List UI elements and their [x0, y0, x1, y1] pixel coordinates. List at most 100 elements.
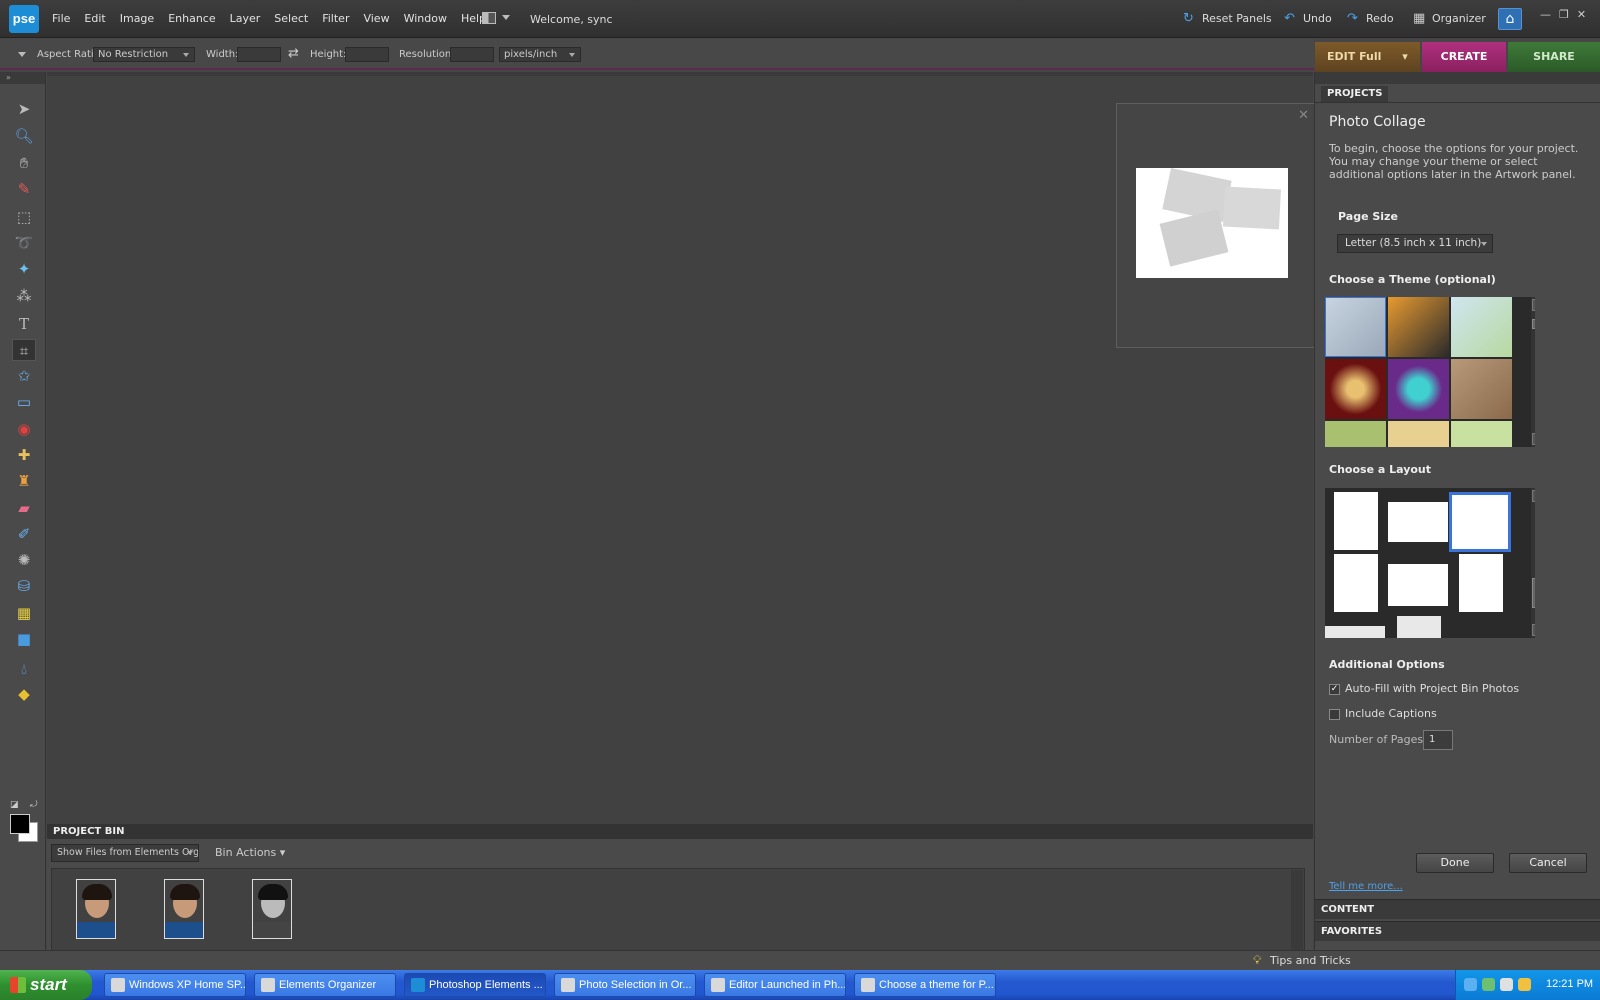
layout-thumbnail-selected[interactable] [1449, 492, 1511, 552]
restore-icon[interactable]: ❐ [1559, 8, 1569, 21]
number-of-pages-input[interactable]: 1 [1423, 730, 1453, 750]
favorites-panel-header[interactable]: FAVORITES [1315, 921, 1600, 941]
show-files-select[interactable]: Show Files from Elements Orga [51, 844, 199, 862]
projects-tab[interactable]: PROJECTS [1321, 86, 1389, 102]
menu-file[interactable]: File [52, 12, 70, 25]
eraser-tool-icon[interactable]: ▰ [12, 497, 36, 519]
tell-me-more-link[interactable]: Tell me more... [1329, 881, 1403, 892]
type-tool-icon[interactable]: T [12, 313, 36, 335]
project-bin-scrollbar[interactable] [1291, 870, 1303, 962]
swap-colors-icon[interactable]: ⤾ [30, 800, 38, 810]
quick-selection-tool-icon[interactable]: ⁂ [12, 285, 36, 307]
layout-thumbnail[interactable] [1397, 616, 1441, 638]
default-colors-icon[interactable]: ◪ [10, 800, 19, 810]
taskbar-item[interactable]: Choose a theme for P... [854, 973, 996, 997]
theme-thumbnail[interactable] [1325, 421, 1386, 447]
create-tab[interactable]: CREATE [1422, 42, 1506, 72]
foreground-color-swatch[interactable] [10, 814, 30, 834]
menu-layer[interactable]: Layer [230, 12, 261, 25]
tray-icon[interactable] [1500, 978, 1513, 991]
layout-thumbnail[interactable] [1334, 492, 1378, 550]
cookie-cutter-tool-icon[interactable]: ✩ [12, 365, 36, 387]
layout-thumbnail[interactable] [1334, 554, 1378, 612]
layout-thumbnail[interactable] [1388, 502, 1448, 542]
theme-thumbnail[interactable] [1388, 421, 1449, 447]
swap-icon[interactable]: ⇄ [288, 46, 299, 61]
taskbar-item[interactable]: Elements Organizer [254, 973, 396, 997]
layout-thumbnail[interactable] [1459, 554, 1503, 612]
tips-and-tricks-link[interactable]: Tips and Tricks [1270, 954, 1351, 967]
marquee-tool-icon[interactable]: ⬚ [12, 206, 36, 228]
theme-thumbnail[interactable] [1325, 359, 1386, 419]
done-button[interactable]: Done [1416, 853, 1494, 873]
resolution-unit-select[interactable]: pixels/inch [499, 47, 581, 62]
arrange-documents-button[interactable] [482, 11, 516, 27]
blur-tool-icon[interactable]: 💧︎ [12, 658, 36, 680]
panel-collapse-icon[interactable] [1315, 72, 1600, 84]
gradient-tool-icon[interactable]: ▦ [12, 602, 36, 624]
zoom-tool-icon[interactable]: 🔍︎ [12, 125, 36, 147]
theme-thumbnail[interactable] [1388, 297, 1449, 357]
content-panel-header[interactable]: CONTENT [1315, 899, 1600, 919]
scroll-up-icon[interactable]: ▲ [1532, 299, 1535, 311]
scroll-up-icon[interactable]: ▲ [1532, 490, 1535, 502]
theme-thumbnail[interactable] [1451, 421, 1512, 447]
organizer-button[interactable]: ▦ Organizer [1413, 12, 1486, 26]
reset-panels-button[interactable]: ↻ Reset Panels [1183, 12, 1272, 26]
minimize-icon[interactable]: — [1540, 8, 1551, 21]
include-captions-checkbox[interactable] [1329, 709, 1340, 720]
taskbar-item-active[interactable]: Photoshop Elements ... [404, 973, 546, 997]
menu-filter[interactable]: Filter [322, 12, 349, 25]
menu-view[interactable]: View [363, 12, 389, 25]
cancel-button[interactable]: Cancel [1509, 853, 1587, 873]
move-tool-icon[interactable]: ➤ [12, 98, 36, 120]
theme-thumbnail[interactable] [1451, 297, 1512, 357]
edit-mode-dropdown[interactable]: ▾ [1390, 42, 1420, 72]
straighten-tool-icon[interactable]: ▭ [12, 391, 36, 413]
start-button[interactable]: start [0, 970, 92, 1000]
magic-wand-tool-icon[interactable]: ✦ [12, 258, 36, 280]
eyedropper-tool-icon[interactable]: ✎ [12, 178, 36, 200]
sponge-tool-icon[interactable]: ◆ [12, 683, 36, 705]
aspect-ratio-select[interactable]: No Restriction [93, 47, 195, 62]
theme-thumbnail[interactable] [1325, 297, 1386, 357]
paint-bucket-tool-icon[interactable]: ⛁ [12, 575, 36, 597]
scroll-down-icon[interactable]: ▼ [1532, 624, 1535, 636]
layout-scrollbar[interactable]: ▲ ▼ [1531, 488, 1535, 638]
smart-brush-tool-icon[interactable]: ✺ [12, 549, 36, 571]
menu-window[interactable]: Window [404, 12, 447, 25]
photo-thumbnail[interactable] [76, 879, 116, 939]
red-eye-tool-icon[interactable]: ◉ [12, 418, 36, 440]
theme-scrollbar[interactable]: ▲ ▼ [1531, 297, 1535, 447]
tray-icon[interactable] [1482, 978, 1495, 991]
bin-actions-menu[interactable]: Bin Actions ▾ [215, 846, 285, 859]
share-tab[interactable]: SHARE [1508, 42, 1600, 72]
theme-thumbnail[interactable] [1451, 359, 1512, 419]
home-icon[interactable]: ⌂ [1498, 8, 1522, 30]
speaker-icon[interactable] [1518, 978, 1531, 991]
menu-edit[interactable]: Edit [84, 12, 105, 25]
resolution-input[interactable] [450, 47, 494, 62]
lasso-tool-icon[interactable]: ➰ [12, 232, 36, 254]
close-icon[interactable]: ✕ [1298, 108, 1309, 123]
close-icon[interactable]: ✕ [1577, 8, 1586, 21]
scroll-thumb[interactable] [1532, 319, 1535, 329]
redo-button[interactable]: ↷ Redo [1347, 12, 1394, 26]
layout-thumbnail[interactable] [1388, 564, 1448, 606]
crop-tool-icon[interactable]: ⌗ [12, 339, 36, 361]
menu-enhance[interactable]: Enhance [168, 12, 215, 25]
clone-stamp-tool-icon[interactable]: ♜ [12, 470, 36, 492]
taskbar-item[interactable]: Editor Launched in Ph... [704, 973, 846, 997]
theme-thumbnail[interactable] [1388, 359, 1449, 419]
height-input[interactable] [345, 47, 389, 62]
page-size-select[interactable]: Letter (8.5 inch x 11 inch) [1337, 234, 1493, 253]
tool-preset-icon[interactable] [18, 52, 26, 57]
undo-button[interactable]: ↶ Undo [1284, 12, 1332, 26]
hand-tool-icon[interactable]: ✋︎ [12, 152, 36, 174]
spot-healing-tool-icon[interactable]: ✚ [12, 444, 36, 466]
autofill-checkbox[interactable]: ✓ [1329, 684, 1340, 695]
scroll-down-icon[interactable]: ▼ [1532, 433, 1535, 445]
taskbar-item[interactable]: Photo Selection in Or... [554, 973, 696, 997]
photo-thumbnail[interactable] [164, 879, 204, 939]
menu-select[interactable]: Select [274, 12, 308, 25]
